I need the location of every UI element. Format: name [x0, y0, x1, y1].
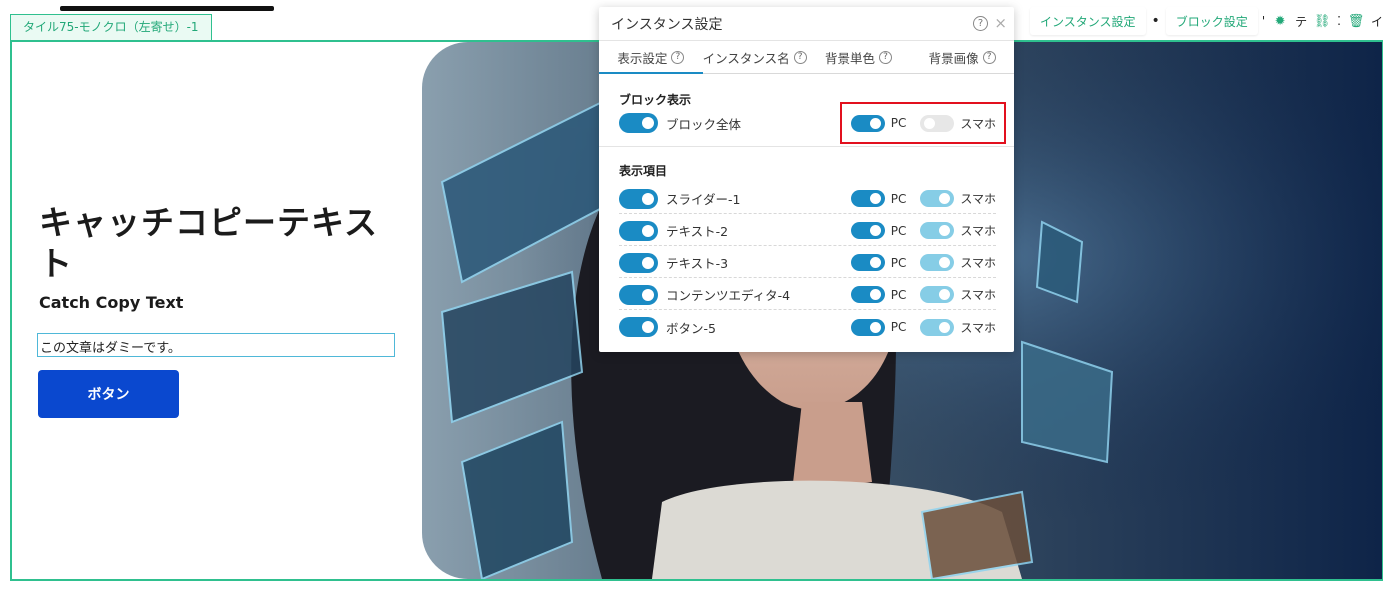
row-label: テキスト-3 [666, 256, 729, 271]
device-toggles: PC スマホ [850, 286, 996, 303]
display-item-row: スライダー-1 PC スマホ [619, 184, 996, 214]
tab-display-settings[interactable]: 表示設定 ? [599, 41, 703, 74]
smartphone-toggle[interactable] [920, 222, 955, 239]
tab-label: 背景画像 [928, 50, 979, 66]
item-toggle[interactable] [619, 220, 658, 241]
block-whole-toggle[interactable] [619, 113, 658, 133]
display-item-row: ボタン-5 PC スマホ [619, 312, 996, 342]
help-icon[interactable]: ? [793, 50, 807, 64]
sun-icon[interactable]: ✹ [1269, 7, 1292, 35]
block-settings-button[interactable]: ブロック設定 [1165, 7, 1258, 35]
pc-toggle[interactable] [850, 254, 885, 271]
display-item-row: テキスト-3 PC スマホ [619, 248, 996, 278]
block-display-heading: ブロック表示 [619, 93, 692, 107]
help-icon[interactable]: ? [879, 50, 892, 64]
catch-copy-heading: キャッチコピーテキスト [39, 203, 379, 283]
panel-tabs: 表示設定 ? インスタンス名 ? 背景単色 ? 背景画像 ? [599, 41, 1014, 74]
device-toggles: PC スマホ [850, 190, 996, 207]
pc-toggle[interactable] [850, 286, 885, 303]
pc-label: PC [890, 191, 907, 206]
instance-settings-button[interactable]: インスタンス設定 [1030, 7, 1146, 35]
help-icon[interactable]: ? [671, 50, 685, 64]
device-toggles: PC スマホ [850, 222, 996, 239]
row-label: コンテンツエディタ-4 [666, 288, 791, 303]
block-toolbar: インスタンス設定 • ブロック設定 ' ✹ テ ⛓ ⁚ 🗑 イ ? [1030, 6, 1390, 36]
link-icon[interactable]: ⛓ [1311, 7, 1334, 35]
close-icon[interactable]: × [994, 14, 1007, 32]
body-text-field[interactable]: この文章はダミーです。 [37, 333, 395, 357]
help-icon[interactable]: ? [982, 50, 996, 64]
device-toggles: PC スマホ [850, 318, 996, 336]
catch-copy-subheading: Catch Copy Text [39, 293, 184, 312]
device-toggles: PC スマホ [850, 254, 996, 271]
display-items-heading: 表示項目 [619, 164, 668, 178]
tab-background-color[interactable]: 背景単色 ? [807, 41, 911, 73]
display-item-row: コンテンツエディタ-4 PC スマホ [619, 280, 996, 310]
toolbar-separator: • [1151, 13, 1160, 29]
instance-settings-panel: インスタンス設定 ? × 表示設定 ? インスタンス名 ? 背景単色 ? 背景画… [599, 7, 1014, 352]
trash-icon[interactable]: 🗑 [1344, 7, 1367, 35]
pc-toggle[interactable] [850, 190, 885, 207]
pc-label: PC [890, 287, 907, 302]
row-label: ブロック全体 [666, 116, 742, 132]
tab-label: インスタンス名 [702, 50, 790, 66]
tab-instance-name[interactable]: インスタンス名 ? [703, 41, 807, 73]
toolbar-text-i: イ [1370, 14, 1383, 29]
pc-label: PC [890, 223, 907, 238]
row-label: ボタン-5 [666, 320, 716, 336]
smartphone-label: スマホ [960, 192, 996, 206]
pc-label: PC [890, 255, 907, 270]
smartphone-label: スマホ [960, 256, 996, 270]
help-icon[interactable]: ? [973, 16, 988, 31]
panel-title: インスタンス設定 [611, 16, 723, 33]
item-toggle[interactable] [619, 317, 658, 337]
cta-button[interactable]: ボタン [38, 370, 179, 418]
smartphone-label: スマホ [960, 288, 996, 302]
tab-background-image[interactable]: 背景画像 ? [910, 41, 1014, 73]
display-item-row: テキスト-2 PC スマホ [619, 216, 996, 246]
tab-label: 背景単色 [824, 50, 875, 66]
item-toggle[interactable] [619, 188, 658, 209]
smartphone-label: スマホ [960, 320, 996, 335]
pc-sp-highlight-box [840, 102, 1006, 144]
toolbar-text-t: テ [1295, 14, 1308, 29]
smartphone-label: スマホ [960, 224, 996, 238]
pc-toggle[interactable] [850, 318, 885, 336]
smartphone-toggle[interactable] [920, 190, 955, 207]
pc-toggle[interactable] [850, 222, 885, 239]
top-bar-decoration [60, 6, 274, 11]
tab-label: 表示設定 [617, 50, 668, 66]
section-divider [599, 146, 1014, 147]
panel-header: インスタンス設定 ? × [599, 7, 1014, 41]
smartphone-toggle[interactable] [920, 318, 955, 336]
row-label: テキスト-2 [666, 224, 729, 239]
smartphone-toggle[interactable] [920, 254, 955, 271]
row-label: スライダー-1 [666, 192, 741, 207]
item-toggle[interactable] [619, 284, 658, 305]
block-name-tag[interactable]: タイル75-モノクロ（左寄せ）-1 [10, 14, 212, 40]
item-toggle[interactable] [619, 252, 658, 273]
toolbar-separator: ⁚ [1337, 14, 1341, 28]
pc-label: PC [890, 320, 907, 334]
smartphone-toggle[interactable] [920, 286, 955, 303]
toolbar-separator: ' [1261, 14, 1266, 28]
